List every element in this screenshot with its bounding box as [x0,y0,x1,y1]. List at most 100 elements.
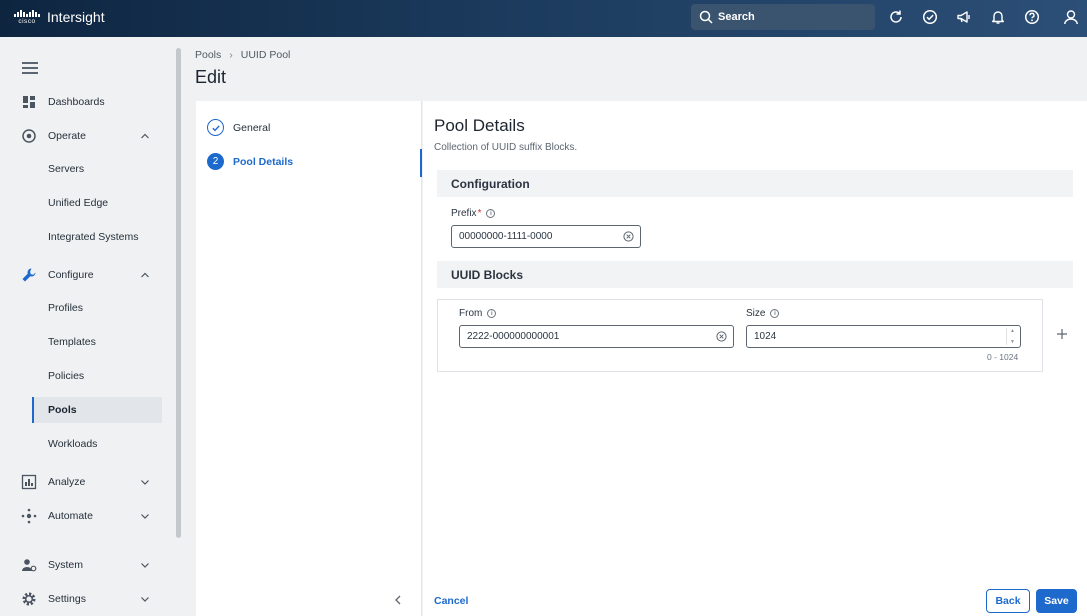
size-stepper[interactable]: ▲ ▼ [1006,328,1018,345]
from-label-text: From [459,308,483,319]
uuid-blocks-header: UUID Blocks [437,261,1073,288]
cisco-logo: cisco [14,9,40,25]
add-block-plus-icon[interactable] [1056,328,1068,340]
breadcrumb-current: UUID Pool [240,49,291,61]
size-input[interactable]: 1024 ▲ ▼ [746,325,1021,348]
sidebar-item-profiles[interactable]: Profiles [0,295,172,321]
dashboard-grid-icon [21,94,37,110]
sidebar-item-label: Configure [48,269,94,281]
chevron-up-icon [141,133,149,139]
sidebar-item-label: Pools [48,404,77,416]
sidebar-item-servers[interactable]: Servers [0,156,172,182]
chevron-up-icon [141,272,149,278]
configuration-header: Configuration [437,170,1073,197]
chevron-down-icon [141,563,149,568]
sidebar-item-automate[interactable]: Automate [0,503,172,529]
active-step-indicator [420,149,422,177]
analyze-chart-icon [21,474,37,490]
chevron-down-icon [141,514,149,519]
from-value: 2222-000000000001 [467,331,560,342]
sidebar-item-configure[interactable]: Configure [0,262,172,288]
from-input[interactable]: 2222-000000000001 [459,325,734,348]
required-asterisk: * [477,208,482,219]
app-logo[interactable]: cisco Intersight [14,9,105,25]
prefix-label: Prefix * i [451,208,496,219]
search-bar[interactable]: Search [691,4,875,30]
info-icon[interactable]: i [487,309,497,318]
step-pool-details[interactable]: 2 Pool Details [207,153,293,170]
sidebar-item-system[interactable]: System [0,552,172,578]
collapse-chevron-left-icon[interactable] [392,594,404,606]
clear-input-icon[interactable] [623,231,634,242]
menu-hamburger-icon[interactable] [22,62,38,77]
sidebar-item-label: Unified Edge [48,197,109,209]
back-button[interactable]: Back [986,589,1030,613]
stepper-down-icon[interactable]: ▼ [1010,339,1015,345]
size-value: 1024 [754,331,777,342]
chevron-right-icon: › [229,49,233,61]
info-icon[interactable]: i [486,209,496,218]
sidebar-item-operate[interactable]: Operate [0,123,172,149]
sidebar-item-label: Profiles [48,302,84,314]
sidebar-item-pools[interactable]: Pools [32,397,162,423]
sidebar-item-label: Dashboards [48,96,105,108]
notifications-bell-icon[interactable] [989,8,1007,26]
check-circle-icon [207,119,224,136]
from-label: From i [459,308,497,319]
settings-gear-icon [21,591,37,607]
sidebar-item-label: Analyze [48,476,86,488]
user-profile-icon[interactable] [1062,8,1080,26]
save-button[interactable]: Save [1036,589,1077,613]
refresh-icon[interactable] [887,8,905,26]
sidebar-item-integrated-systems[interactable]: Integrated Systems [0,224,172,250]
sidebar-item-templates[interactable]: Templates [0,329,172,355]
sidebar-item-unified-edge[interactable]: Unified Edge [0,190,172,216]
page-title: Edit [195,67,227,87]
search-icon [699,10,713,24]
step-number: 2 [207,153,224,170]
app-name: Intersight [47,9,105,25]
chevron-down-icon [141,480,149,485]
info-icon[interactable]: i [770,309,780,318]
sidebar-item-label: Templates [48,336,96,348]
step-general[interactable]: General [207,119,270,136]
top-bar: cisco Intersight Search [0,0,1087,37]
prefix-value: 00000000-1111-0000 [459,231,553,242]
tasks-check-icon[interactable] [921,8,939,26]
sidebar-item-analyze[interactable]: Analyze [0,469,172,495]
stepper-up-icon[interactable]: ▲ [1010,328,1015,334]
section-description: Collection of UUID suffix Blocks. [434,142,578,153]
size-range-hint: 0 - 1024 [987,352,1019,362]
sidebar-item-label: Settings [48,593,86,605]
step-label: Pool Details [233,155,294,168]
uuid-block-row: From i 2222-000000000001 Size i 1024 ▲ ▼… [437,299,1043,372]
section-title: Pool Details [434,116,525,135]
sidebar-item-label: System [48,559,84,571]
search-label: Search [718,11,755,23]
prefix-input[interactable]: 00000000-1111-0000 [451,225,641,248]
clear-input-icon[interactable] [716,331,727,342]
wizard-steps-panel: General 2 Pool Details [196,101,422,616]
sidebar-item-label: Automate [48,510,93,522]
main-panel: Pool Details Collection of UUID suffix B… [423,101,1087,616]
sidebar-item-label: Operate [48,130,86,142]
sidebar-item-label: Integrated Systems [48,231,139,243]
sidebar-item-dashboards[interactable]: Dashboards [0,89,172,115]
help-icon[interactable] [1023,8,1041,26]
cancel-button[interactable]: Cancel [434,595,468,607]
chevron-down-icon [141,597,149,602]
step-label: General [233,121,271,134]
sidebar-item-label: Policies [48,370,85,382]
size-label-text: Size [746,308,766,319]
sidebar-scrollbar[interactable] [176,48,181,538]
sidebar-item-settings[interactable]: Settings [0,586,172,612]
breadcrumb: Pools › UUID Pool [195,49,290,61]
announcements-megaphone-icon[interactable] [955,8,973,26]
sidebar-item-policies[interactable]: Policies [0,363,172,389]
sidebar-item-workloads[interactable]: Workloads [0,431,172,457]
configure-wrench-icon [21,267,37,283]
size-label: Size i [746,308,780,319]
sidebar-item-label: Servers [48,163,85,175]
prefix-label-text: Prefix [451,208,477,219]
breadcrumb-pools-link[interactable]: Pools [195,49,221,61]
